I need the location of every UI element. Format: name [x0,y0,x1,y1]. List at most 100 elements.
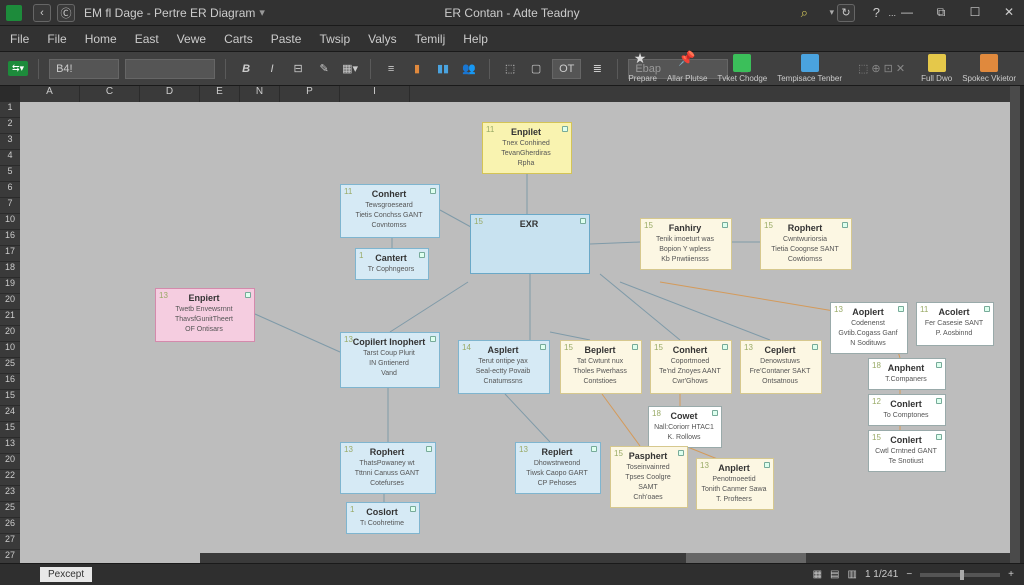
rb-template[interactable]: Tempisace Tenber [777,54,842,83]
row-header-cell[interactable]: 24 [0,406,20,422]
entity-e2[interactable]: 11ConhertTewsgroeseardTietis Conchss GAN… [340,184,440,238]
menu-east[interactable]: East [135,32,159,46]
row-header-cell[interactable]: 26 [0,518,20,534]
zoom-in-button[interactable]: + [1008,569,1014,580]
search-icon[interactable]: ⌕ [801,5,808,21]
row-header-cell[interactable]: 20 [0,326,20,342]
sheet-tab[interactable]: Pexcept [40,567,92,582]
entity-e23[interactable]: 1CoslortTι Coohretime [346,502,420,534]
entity-e7[interactable]: 13EnpiertTwetb EnvewsrnntThavsfGunitThee… [155,288,255,342]
refresh-button[interactable]: ↻ [837,4,855,22]
row-header-cell[interactable]: 17 [0,246,20,262]
row-header-cell[interactable]: 13 [0,438,20,454]
menu-help[interactable]: Help [463,32,488,46]
font-select[interactable] [125,59,215,79]
help-icon[interactable]: ? [873,5,880,20]
row-header-cell[interactable]: 16 [0,230,20,246]
entity-e13[interactable]: 13AoplertCodenenstGvtib.Cogass GanfN Sod… [830,302,908,354]
entity-e3[interactable]: 1CantertTr Cophngeors [355,248,429,280]
chart2-icon[interactable]: ▮▮ [433,60,453,78]
people-icon[interactable]: 👥 [459,60,479,78]
rb-pin[interactable]: 📌Allar Plutse [667,54,707,83]
row-header-cell[interactable]: 27 [0,534,20,550]
row-header-cell[interactable]: 10 [0,342,20,358]
col-A[interactable]: A [20,86,80,102]
maximize-button[interactable]: ☐ [964,5,986,20]
menu-home[interactable]: Home [85,32,117,46]
nav-back-button[interactable]: ‹ [33,4,51,22]
entity-e8[interactable]: 13Copilert InophertTarst Coup PluritIN G… [340,332,440,388]
rb-full[interactable]: Full Dwo [921,54,952,83]
col-I[interactable]: I [340,86,410,102]
row-header-cell[interactable]: 16 [0,374,20,390]
italic-button[interactable]: I [262,60,282,78]
box-icon[interactable]: ▢ [526,60,546,78]
row-header-cell[interactable]: 15 [0,422,20,438]
menu-carts[interactable]: Carts [224,32,253,46]
rb-ticket[interactable]: Tvket Chodge [717,54,767,83]
entity-e18[interactable]: 18CowetNall:Coriorr HTAC1K. Rollows [648,406,722,448]
align-button[interactable]: ≡ [381,60,401,78]
entity-e22[interactable]: 13AnplertPenotmoeetidTonith Canmer SawaT… [696,458,774,510]
rb-prepare[interactable]: ★Prepare [628,54,656,83]
view-page-icon[interactable]: ▤ [830,569,839,580]
nav-forward-button[interactable]: Ⓒ [57,4,75,22]
col-E[interactable]: E [200,86,240,102]
bold-button[interactable]: B [236,60,256,78]
col-D[interactable]: D [140,86,200,102]
entity-e10[interactable]: 15BeplertTat Cwtunt nuxTholes PwerhassCo… [560,340,642,394]
row-header-cell[interactable]: 15 [0,390,20,406]
row-header-cell[interactable]: 23 [0,486,20,502]
restore-button[interactable]: ⧉ [930,5,952,20]
row-header-cell[interactable]: 25 [0,502,20,518]
col-N[interactable]: N [240,86,280,102]
row-header-cell[interactable]: 21 [0,310,20,326]
format-button[interactable]: ⊟ [288,60,308,78]
row-header-cell[interactable]: 1 [0,102,20,118]
entity-e9[interactable]: 14AsplertTerut ontipe yaxSeal-ectty Pova… [458,340,550,394]
mode-indicator[interactable]: ⇆▾ [8,61,28,76]
close-button[interactable]: ✕ [998,5,1020,20]
title-dropdown[interactable]: ▾ [259,6,265,19]
diagram-canvas[interactable]: 11EnpiletTnex ConhinedTevanGherdirasRpha… [20,102,1010,563]
menu-file2[interactable]: File [47,32,66,46]
row-header-cell[interactable]: 5 [0,166,20,182]
menu-twsip[interactable]: Twsip [319,32,350,46]
row-header-cell[interactable]: 18 [0,262,20,278]
entity-e4[interactable]: 15EXR [470,214,590,274]
chart-icon[interactable]: ▮ [407,60,427,78]
row-header-cell[interactable]: 2 [0,118,20,134]
view-break-icon[interactable]: ▥ [847,569,856,580]
col-P[interactable]: P [280,86,340,102]
vertical-scrollbar[interactable] [1010,86,1020,563]
entity-e11[interactable]: 15ConhertCoportmoedTe'nd Znoyes AANTCwr'… [650,340,732,394]
entity-e19[interactable]: 13RophertThatsPowaney wtTttnni Canuss GA… [340,442,436,494]
entity-e16[interactable]: 12ConlertTo Comptones [868,394,946,426]
menu-teml[interactable]: Temilj [415,32,446,46]
entity-e6[interactable]: 15RophertCwntwuriorsiaTietia Coognse SAN… [760,218,852,270]
list-icon[interactable]: ≣ [587,60,607,78]
row-header-cell[interactable]: 25 [0,358,20,374]
horizontal-scrollbar[interactable] [200,553,1010,563]
entity-e20[interactable]: 13ReplertDhowstrweondTiwsk Caopo GARTCP … [515,442,601,494]
entity-e1[interactable]: 11EnpiletTnex ConhinedTevanGherdirasRpha [482,122,572,174]
menu-valys[interactable]: Valys [368,32,396,46]
row-header-cell[interactable]: 19 [0,278,20,294]
minimize-button[interactable]: — [896,5,918,20]
entity-e14[interactable]: 11AcolertFer Casesie SANTP. Aosbinnd [916,302,994,346]
row-header-cell[interactable]: 20 [0,294,20,310]
row-header-cell[interactable]: 20 [0,454,20,470]
row-header-cell[interactable]: 7 [0,198,20,214]
row-header-cell[interactable]: 4 [0,150,20,166]
entity-e12[interactable]: 13CeplertDenowstuwsFre'Contaner SAKTOnts… [740,340,822,394]
row-header-cell[interactable]: 22 [0,470,20,486]
entity-e17[interactable]: 15ConlertCwtl Crntned GANTTe Snotiust [868,430,946,472]
row-header-cell[interactable]: 10 [0,214,20,230]
menu-view[interactable]: Vewe [177,32,206,46]
zoom-out-button[interactable]: − [906,569,912,580]
row-header-cell[interactable]: 3 [0,134,20,150]
fill-color-button[interactable]: ▦▾ [340,60,360,78]
view-normal-icon[interactable]: ▦ [813,569,822,580]
entity-e15[interactable]: 18AnphentT.Companers [868,358,946,390]
menu-paste[interactable]: Paste [271,32,302,46]
